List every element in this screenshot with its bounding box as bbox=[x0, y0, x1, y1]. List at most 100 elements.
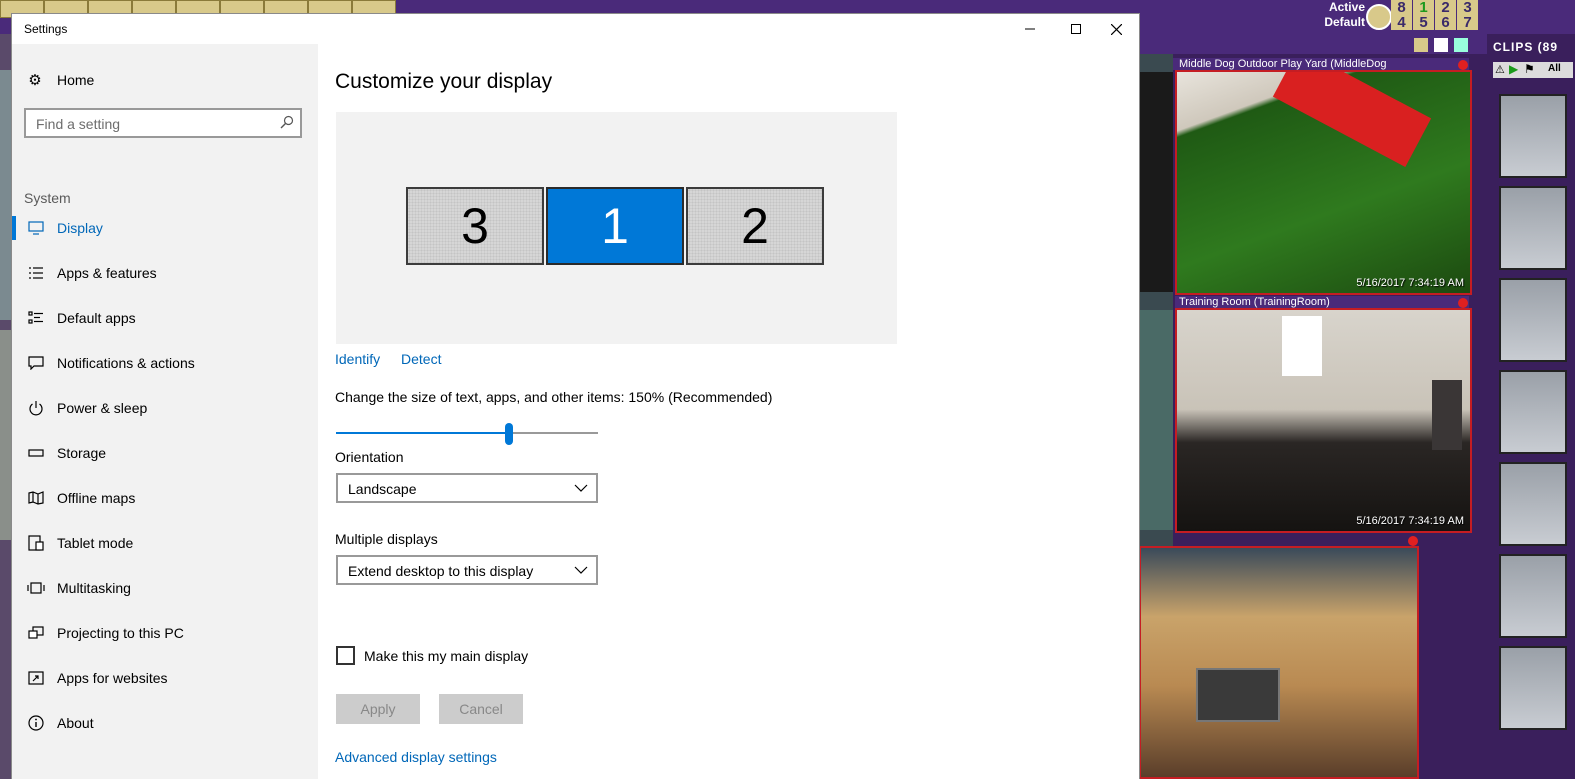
clip-thumbnail[interactable] bbox=[1499, 186, 1567, 270]
minimize-button[interactable] bbox=[1007, 14, 1053, 44]
monitor-1[interactable]: 1 bbox=[546, 187, 684, 265]
sidebar-item-notifications[interactable]: Notifications & actions bbox=[12, 343, 318, 383]
close-button[interactable] bbox=[1093, 14, 1139, 44]
recording-indicator-icon bbox=[1458, 60, 1468, 70]
chevron-down-icon bbox=[574, 566, 588, 574]
main-display-checkbox-label: Make this my main display bbox=[364, 647, 529, 664]
clip-thumbnail[interactable] bbox=[1499, 94, 1567, 178]
camera-feed-play-yard[interactable]: 5/16/2017 7:34:19 AM bbox=[1175, 70, 1472, 295]
minimize-icon bbox=[1025, 28, 1035, 30]
clips-title: CLIPS (89 bbox=[1493, 40, 1559, 54]
preset-button[interactable]: 3 bbox=[1457, 0, 1478, 15]
display-settings-page: Customize your display 3 1 2 Identify De… bbox=[318, 44, 1139, 779]
clips-toolbar: ⚠ ▶ ⚑ All bbox=[1493, 62, 1573, 78]
list-icon bbox=[26, 266, 46, 280]
monitor-2[interactable]: 2 bbox=[686, 187, 824, 265]
sidebar-item-display[interactable]: Display bbox=[12, 208, 318, 248]
multiple-displays-value: Extend desktop to this display bbox=[348, 563, 534, 579]
recording-indicator-icon bbox=[1408, 536, 1418, 546]
play-icon[interactable]: ▶ bbox=[1509, 62, 1518, 76]
clips-filter[interactable]: All bbox=[1548, 63, 1561, 74]
sidebar-item-apps-features[interactable]: Apps & features bbox=[12, 253, 318, 293]
preset-button[interactable]: 6 bbox=[1435, 15, 1456, 30]
warning-icon[interactable]: ⚠ bbox=[1495, 63, 1505, 76]
identify-link[interactable]: Identify bbox=[335, 351, 380, 367]
camera-feed-lobby[interactable] bbox=[1139, 546, 1419, 779]
detect-link[interactable]: Detect bbox=[401, 351, 441, 367]
clip-thumbnail[interactable] bbox=[1499, 462, 1567, 546]
sidebar-item-label: About bbox=[57, 715, 94, 731]
tablet-icon bbox=[26, 535, 46, 551]
info-icon bbox=[26, 715, 46, 731]
sidebar-item-offline-maps[interactable]: Offline maps bbox=[12, 478, 318, 518]
preset-button[interactable]: 1 bbox=[1413, 0, 1434, 15]
power-icon bbox=[26, 400, 46, 416]
main-display-checkbox[interactable] bbox=[336, 646, 355, 665]
multitasking-icon bbox=[26, 582, 46, 594]
sidebar-item-power[interactable]: Power & sleep bbox=[12, 388, 318, 428]
main-display-checkbox-row[interactable]: Make this my main display bbox=[336, 646, 528, 665]
sidebar-item-label: Notifications & actions bbox=[57, 355, 195, 371]
camera-feed-training-room[interactable]: 5/16/2017 7:34:19 AM bbox=[1175, 308, 1472, 533]
apply-button[interactable]: Apply bbox=[336, 694, 420, 724]
sidebar-item-default-apps[interactable]: Default apps bbox=[12, 298, 318, 338]
search-input[interactable]: Find a setting bbox=[24, 108, 302, 138]
status-default: Default bbox=[1324, 15, 1365, 29]
sidebar-item-tablet-mode[interactable]: Tablet mode bbox=[12, 523, 318, 563]
refresh-icon[interactable] bbox=[1366, 4, 1392, 30]
sidebar-item-label: Apps & features bbox=[57, 265, 157, 281]
sidebar-item-label: Storage bbox=[57, 445, 107, 461]
sidebar-item-about[interactable]: About bbox=[12, 703, 318, 743]
clip-thumbnail[interactable] bbox=[1499, 278, 1567, 362]
camera-feed bbox=[1139, 310, 1173, 530]
profile-status: Active Default bbox=[1324, 0, 1365, 30]
multiple-displays-label: Multiple displays bbox=[335, 531, 438, 547]
orientation-label: Orientation bbox=[335, 449, 404, 465]
default-apps-icon bbox=[26, 311, 46, 325]
cancel-button[interactable]: Cancel bbox=[439, 694, 523, 724]
sidebar-item-multitasking[interactable]: Multitasking bbox=[12, 568, 318, 608]
sidebar-item-projecting[interactable]: Projecting to this PC bbox=[12, 613, 318, 653]
clip-thumbnail[interactable] bbox=[1499, 554, 1567, 638]
search-icon[interactable] bbox=[280, 115, 294, 129]
preset-button[interactable]: 7 bbox=[1457, 15, 1478, 30]
clip-thumbnail[interactable] bbox=[1499, 370, 1567, 454]
sidebar-item-label: Multitasking bbox=[57, 580, 131, 596]
preset-grid: 8 1 2 3 4 5 6 7 bbox=[1391, 0, 1478, 30]
sidebar-item-apps-websites[interactable]: Apps for websites bbox=[12, 658, 318, 698]
sidebar-item-label: Tablet mode bbox=[57, 535, 134, 551]
layout-icon[interactable] bbox=[1434, 38, 1448, 52]
section-heading: System bbox=[24, 190, 71, 206]
flag-icon[interactable]: ⚑ bbox=[1524, 62, 1535, 76]
camera-timestamp: 5/16/2017 7:34:19 AM bbox=[1356, 515, 1464, 527]
slider-thumb[interactable] bbox=[505, 423, 513, 445]
sidebar-item-label: Power & sleep bbox=[57, 400, 148, 416]
scale-slider[interactable] bbox=[336, 423, 598, 445]
sidebar-item-label: Projecting to this PC bbox=[57, 625, 184, 641]
recording-indicator-icon bbox=[1458, 298, 1468, 308]
add-icon[interactable] bbox=[1414, 38, 1428, 52]
fullscreen-icon[interactable] bbox=[1454, 38, 1468, 52]
preset-button[interactable]: 2 bbox=[1435, 0, 1456, 15]
map-icon bbox=[26, 491, 46, 505]
gear-icon: ⚙ bbox=[28, 72, 42, 89]
sidebar-item-storage[interactable]: Storage bbox=[12, 433, 318, 473]
camera-grid-toolbar bbox=[1139, 34, 1489, 54]
chevron-down-icon bbox=[574, 484, 588, 492]
play-equipment bbox=[1272, 72, 1432, 167]
camera-title: Middle Dog Outdoor Play Yard (MiddleDog bbox=[1175, 58, 1469, 70]
window-title: Settings bbox=[24, 22, 68, 36]
clips-panel: CLIPS (89 ⚠ ▶ ⚑ All bbox=[1487, 34, 1575, 779]
preset-button[interactable]: 8 bbox=[1391, 0, 1412, 15]
monitor-3[interactable]: 3 bbox=[406, 187, 544, 265]
preset-button[interactable]: 4 bbox=[1391, 15, 1412, 30]
home-link[interactable]: ⚙ Home bbox=[26, 70, 94, 90]
advanced-display-settings-link[interactable]: Advanced display settings bbox=[335, 749, 497, 765]
clip-thumbnail[interactable] bbox=[1499, 646, 1567, 730]
preset-button[interactable]: 5 bbox=[1413, 15, 1434, 30]
window-glare bbox=[1282, 316, 1322, 376]
sidebar-item-label: Offline maps bbox=[57, 490, 136, 506]
multiple-displays-dropdown[interactable]: Extend desktop to this display bbox=[336, 555, 598, 585]
orientation-dropdown[interactable]: Landscape bbox=[336, 473, 598, 503]
title-bar[interactable]: Settings bbox=[12, 14, 1139, 44]
